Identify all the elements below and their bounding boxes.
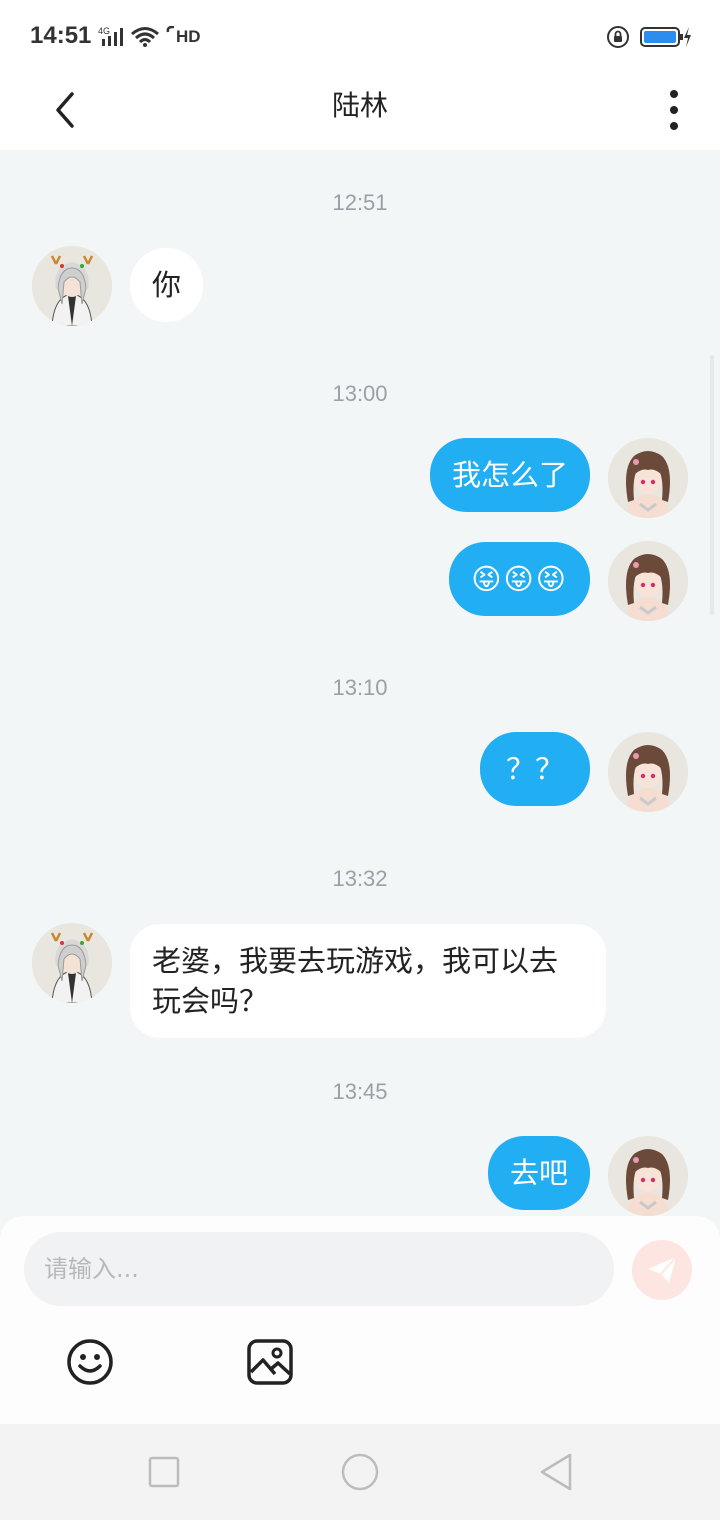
emoji-button[interactable] <box>66 1338 114 1386</box>
outgoing-message-bubble[interactable]: ？？ <box>479 732 590 806</box>
battery-charging-icon <box>640 27 691 47</box>
contact-avatar-image <box>32 923 112 1003</box>
back-nav-button[interactable] <box>536 1452 576 1492</box>
contact-avatar[interactable] <box>32 923 112 1003</box>
more-vertical-icon <box>670 90 678 98</box>
my-avatar[interactable] <box>608 732 688 812</box>
status-icons-right <box>606 24 692 50</box>
more-options-button[interactable] <box>658 80 690 140</box>
my-avatar[interactable] <box>608 541 688 621</box>
message-composer <box>0 1216 720 1424</box>
system-nav-bar <box>0 1424 720 1520</box>
send-icon <box>648 1256 677 1283</box>
my-avatar-image <box>608 438 688 518</box>
status-icons-left: 4G HD <box>98 24 201 50</box>
my-avatar-image <box>608 732 688 812</box>
my-avatar[interactable] <box>608 438 688 518</box>
my-avatar-image <box>608 541 688 621</box>
signal-icon: 4G <box>98 26 123 46</box>
more-vertical-icon-dot <box>670 122 678 130</box>
hd-call-icon: HD <box>166 26 201 48</box>
contact-name-title: 陆林 <box>331 89 388 122</box>
message-timestamp: 13:00 <box>332 381 388 406</box>
message-input[interactable] <box>24 1232 614 1306</box>
message-timestamp: 12:51 <box>332 190 388 215</box>
home-button[interactable] <box>340 1452 380 1492</box>
message-timestamp: 13:45 <box>332 1079 388 1104</box>
rotation-lock-icon <box>607 26 629 48</box>
network-label: 4G <box>98 26 110 36</box>
incoming-message-bubble[interactable]: 你 <box>130 248 204 322</box>
send-button[interactable] <box>632 1240 692 1300</box>
back-triangle-icon <box>540 1453 572 1491</box>
my-avatar[interactable] <box>608 1136 688 1216</box>
recents-button[interactable] <box>144 1452 184 1492</box>
outgoing-message-bubble[interactable]: 去吧 <box>487 1136 590 1210</box>
outgoing-message-bubble[interactable]: 我怎么了 <box>429 438 590 512</box>
outgoing-message-bubble[interactable]: 😝😝😝 <box>449 542 590 616</box>
emoji-icon <box>67 1339 113 1385</box>
home-circle-icon <box>341 1453 379 1491</box>
wifi-icon <box>131 27 159 47</box>
more-vertical-icon-dot <box>670 106 678 114</box>
hd-label: HD <box>176 27 201 46</box>
contact-avatar-image <box>32 246 112 326</box>
incoming-message-bubble[interactable]: 老婆，我要去玩游戏，我可以去玩会吗？ <box>130 924 606 1038</box>
status-bar: 14:51 4G HD <box>0 0 720 72</box>
status-time: 14:51 <box>30 22 92 49</box>
chat-header: 陆林 <box>0 72 720 150</box>
message-timestamp: 13:10 <box>332 675 388 700</box>
contact-avatar[interactable] <box>32 246 112 326</box>
image-button[interactable] <box>246 1338 294 1386</box>
recents-square-icon <box>148 1456 180 1488</box>
message-timestamp: 13:32 <box>332 866 388 891</box>
image-icon <box>247 1339 293 1385</box>
chat-message-list[interactable]: 12:51 你 13:00 我怎么了 😝😝😝 13:10 ？？ 13:32 老婆… <box>0 150 720 1216</box>
my-avatar-image <box>608 1136 688 1216</box>
